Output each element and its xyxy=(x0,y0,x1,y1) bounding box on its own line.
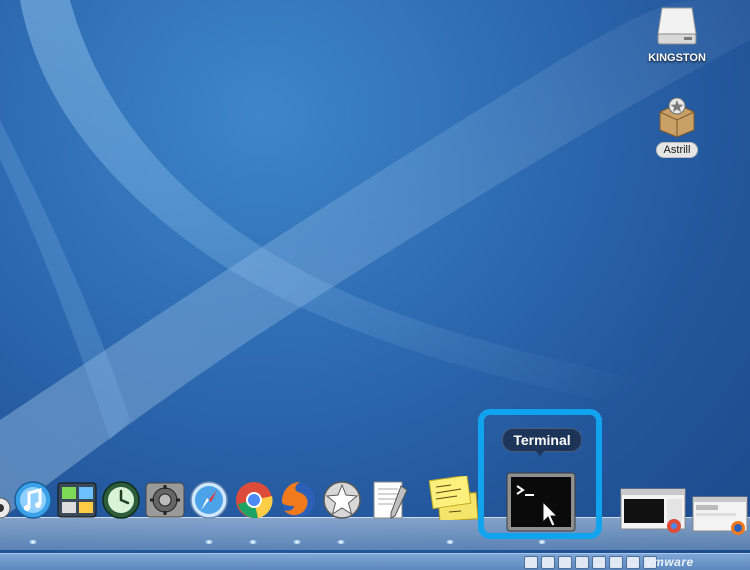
stickies-icon xyxy=(428,474,479,522)
window-thumbnail-icon xyxy=(620,488,686,533)
tray-icon[interactable] xyxy=(575,556,589,569)
system-preferences-icon xyxy=(145,482,185,518)
dashboard-icon xyxy=(57,482,97,518)
tray-icon[interactable] xyxy=(541,556,555,569)
dock-running-indicator xyxy=(446,540,454,544)
external-drive-icon xyxy=(657,7,697,45)
dock-item-itunes[interactable] xyxy=(11,476,55,520)
host-tray xyxy=(524,556,657,569)
desktop-icon-label: Astrill xyxy=(655,142,699,158)
dock-item-firefox[interactable] xyxy=(276,476,320,520)
desktop-icon-astrill[interactable]: Astrill xyxy=(629,96,725,158)
astrill-star-icon xyxy=(323,481,361,519)
dock-item-window-thumbnail-1[interactable] xyxy=(620,488,686,534)
chrome-icon xyxy=(236,482,273,519)
package-icon xyxy=(659,97,695,138)
firefox-icon xyxy=(281,482,315,517)
dock-item-system-preferences[interactable] xyxy=(143,476,187,520)
dock-item-time-machine[interactable] xyxy=(99,476,143,520)
dock-running-indicator xyxy=(293,540,301,544)
textedit-icon xyxy=(373,481,408,519)
desktop: KINGSTON Astrill Terminal vmware xyxy=(0,0,750,570)
dock-running-indicator xyxy=(205,540,213,544)
dock-item-chrome[interactable] xyxy=(232,476,276,520)
dock-item-textedit[interactable] xyxy=(367,476,411,520)
dock-running-indicator xyxy=(249,540,257,544)
safari-icon xyxy=(190,481,228,519)
window-thumbnail-icon xyxy=(692,496,748,535)
tray-icon[interactable] xyxy=(626,556,640,569)
dock-running-indicator xyxy=(29,540,37,544)
dock-item-stickies[interactable] xyxy=(428,474,479,522)
tray-icon[interactable] xyxy=(609,556,623,569)
dock-item-window-thumbnail-2[interactable] xyxy=(692,496,748,538)
dock-item-safari[interactable] xyxy=(187,476,231,520)
dock-running-indicator xyxy=(337,540,345,544)
dock-running-indicator xyxy=(538,540,546,544)
host-taskbar: vmware xyxy=(0,553,750,570)
time-machine-icon xyxy=(102,481,140,519)
tray-icon[interactable] xyxy=(524,556,538,569)
dock-item-dashboard[interactable] xyxy=(55,476,99,520)
tray-icon[interactable] xyxy=(558,556,572,569)
desktop-icon-label: KINGSTON xyxy=(648,52,706,64)
terminal-highlight-box xyxy=(478,409,602,539)
itunes-icon xyxy=(14,481,52,519)
desktop-icon-kingston[interactable]: KINGSTON xyxy=(629,4,725,64)
tray-icon[interactable] xyxy=(592,556,606,569)
dock-item-astrill[interactable] xyxy=(320,476,364,520)
vmware-brand: vmware xyxy=(646,555,694,569)
